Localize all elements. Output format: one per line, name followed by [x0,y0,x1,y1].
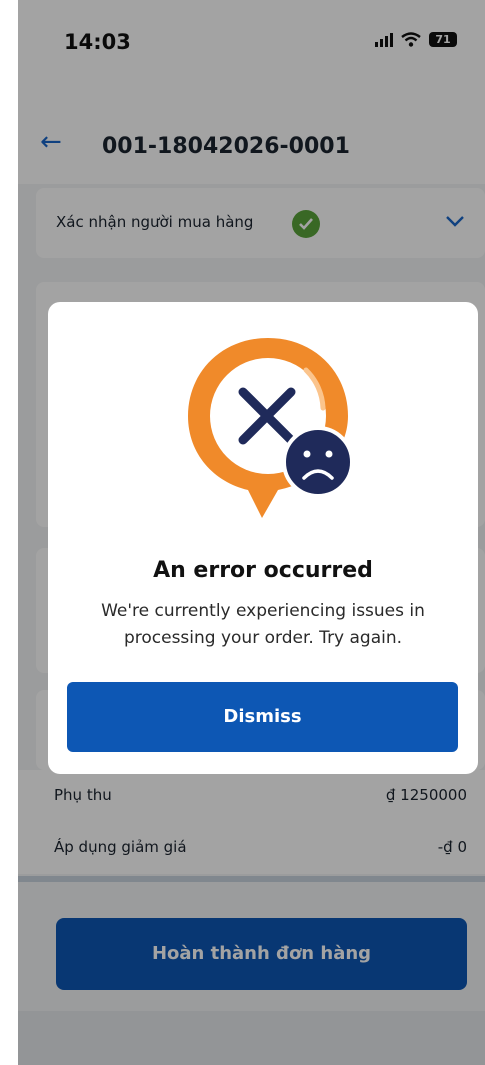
error-illustration [188,338,354,518]
dialog-message: We're currently experiencing issues in p… [101,601,425,648]
phone-screen: 14:03 71 ← 001-18042026-0001 Xác nhận ng… [18,0,485,1065]
sad-face-icon [282,426,354,498]
error-dialog: An error occurred We're currently experi… [48,302,478,774]
dismiss-button[interactable]: Dismiss [67,682,458,752]
dialog-title: An error occurred [153,558,373,583]
